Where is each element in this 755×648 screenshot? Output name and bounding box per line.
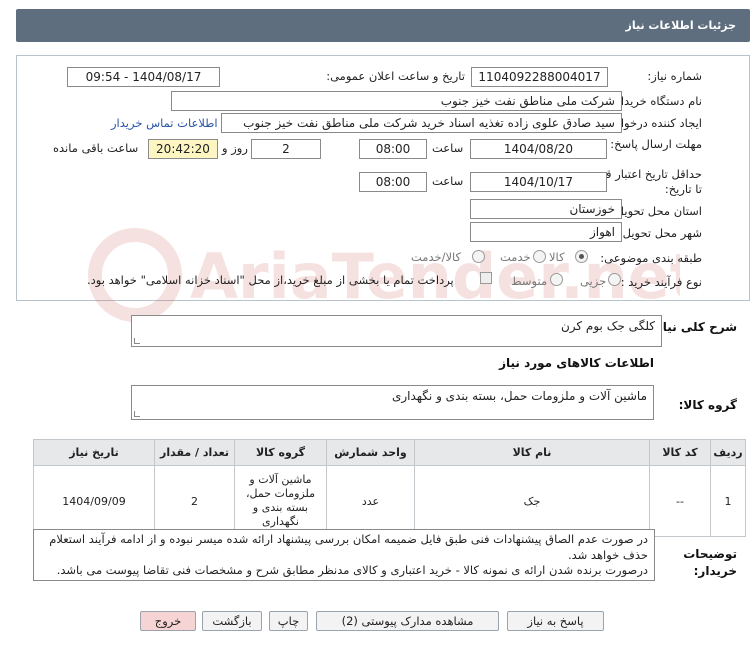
- notes-line: درصورت برنده شدن ارائه ی نمونه کالا - خر…: [56, 563, 648, 577]
- remaining-time-field: 20:42:20: [148, 139, 218, 159]
- city-label: شهر محل تحویل:: [618, 226, 702, 240]
- process-medium-label: متوسط: [511, 274, 548, 288]
- notes-field: در صورت عدم الصاق پیشنهادات فنی طبق فایل…: [33, 529, 655, 581]
- treasury-checkbox[interactable]: [480, 272, 492, 284]
- exit-button[interactable]: خروج: [140, 611, 196, 631]
- cell-name: جک: [414, 465, 650, 537]
- col-code-header: کد کالا: [649, 439, 711, 466]
- category-service-label: خدمت: [500, 250, 531, 264]
- summary-label: شرح کلی نیاز:: [651, 320, 737, 334]
- need-number-label: شماره نیاز:: [647, 69, 702, 83]
- announce-date-field: 1404/08/17 - 09:54: [67, 67, 220, 87]
- province-field: خوزستان: [470, 199, 622, 219]
- col-unit-header: واحد شمارش: [326, 439, 415, 466]
- process-minor-label: جزیی: [580, 274, 607, 288]
- price-time-label: ساعت: [432, 174, 464, 188]
- days-label: روز و: [222, 141, 248, 155]
- goods-group-text: ماشین آلات و ملزومات حمل، بسته بندی و نگ…: [391, 389, 647, 403]
- table-row: 1 -- جک عدد ماشین آلات و ملزومات حمل، بس…: [33, 465, 746, 537]
- cell-date: 1404/09/09: [33, 465, 155, 537]
- attachments-button[interactable]: مشاهده مدارک پیوستی (2): [316, 611, 499, 631]
- col-name-header: نام کالا: [414, 439, 650, 466]
- requester-field: سید صادق علوی زاده تغذیه اسناد خرید شرکت…: [221, 113, 622, 133]
- table-header-row: ردیف کد کالا نام کالا واحد شمارش گروه کا…: [33, 439, 746, 466]
- cell-group: ماشین آلات و ملزومات حمل، بسته بندی و نگ…: [234, 465, 327, 537]
- summary-text: کلگی جک بوم کرن: [560, 319, 655, 333]
- goods-group-label: گروه کالا:: [678, 398, 737, 412]
- back-button[interactable]: بازگشت: [202, 611, 262, 631]
- days-field: 2: [251, 139, 321, 159]
- resize-grip-icon[interactable]: [134, 338, 140, 344]
- summary-field: کلگی جک بوم کرن: [131, 315, 662, 347]
- category-both-label: کالا/خدمت: [411, 250, 462, 264]
- reply-time-label: ساعت: [432, 141, 464, 155]
- col-row-header: ردیف: [710, 439, 746, 466]
- goods-info-title: اطلاعات کالاهای مورد نیاز: [499, 356, 654, 370]
- goods-group-field: ماشین آلات و ملزومات حمل، بسته بندی و نگ…: [131, 385, 654, 420]
- cell-row: 1: [710, 465, 746, 537]
- reply-time-field: 08:00: [359, 139, 427, 159]
- category-both-radio[interactable]: [472, 250, 485, 263]
- goods-table: ردیف کد کالا نام کالا واحد شمارش گروه کا…: [33, 439, 746, 537]
- reply-date-field: 1404/08/20: [470, 139, 607, 159]
- col-date-header: تاریخ نیاز: [33, 439, 155, 466]
- treasury-text: پرداخت تمام یا بخشی از مبلغ خرید،از محل …: [87, 273, 454, 287]
- notes-label: توضیحات خریدار:: [683, 547, 737, 578]
- remaining-label: ساعت باقی مانده: [53, 141, 139, 155]
- category-label: طبقه بندی موضوعی:: [600, 251, 702, 265]
- category-goods-radio[interactable]: [575, 250, 588, 263]
- resize-grip-icon[interactable]: [134, 411, 140, 417]
- price-date-field: 1404/10/17: [470, 172, 607, 192]
- need-number-field: 1104092288004017: [471, 67, 608, 87]
- province-label: استان محل تحویل:: [611, 204, 702, 218]
- cell-qty: 2: [154, 465, 235, 537]
- col-group-header: گروه کالا: [234, 439, 327, 466]
- category-service-radio[interactable]: [533, 250, 546, 263]
- announce-date-label: تاریخ و ساعت اعلان عمومی:: [326, 69, 465, 83]
- notes-line: در صورت عدم الصاق پیشنهادات فنی طبق فایل…: [49, 532, 648, 562]
- price-time-field: 08:00: [359, 172, 427, 192]
- process-minor-radio[interactable]: [608, 273, 621, 286]
- print-button[interactable]: چاپ: [269, 611, 308, 631]
- category-goods-label: کالا: [549, 250, 565, 264]
- cell-unit: عدد: [326, 465, 415, 537]
- col-qty-header: تعداد / مقدار: [154, 439, 235, 466]
- buyer-org-label: نام دستگاه خریدار:: [611, 94, 702, 108]
- reply-button[interactable]: پاسخ به نیاز: [507, 611, 604, 631]
- page-title: جزئیات اطلاعات نیاز: [16, 9, 750, 42]
- buyer-contact-link[interactable]: اطلاعات تماس خریدار: [111, 116, 218, 130]
- buyer-org-field: شرکت ملی مناطق نفت خیز جنوب: [171, 91, 622, 111]
- city-field: اهواز: [470, 222, 622, 242]
- process-type-label: نوع فرآیند خرید :: [620, 275, 702, 289]
- process-medium-radio[interactable]: [550, 273, 563, 286]
- cell-code: --: [649, 465, 711, 537]
